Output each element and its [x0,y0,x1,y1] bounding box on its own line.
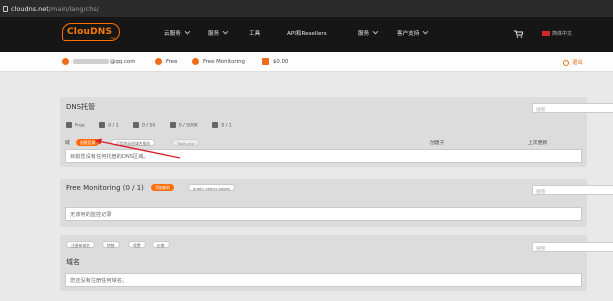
nav-item-services-2[interactable]: 服务 [358,28,379,37]
account-monitoring[interactable]: Free Monitoring [192,58,245,65]
add-monitor-button[interactable]: 添加新的 [151,184,175,191]
chevron-down-icon [372,28,379,35]
dns-title: DNS托管 [66,103,96,111]
nav-item-support[interactable]: 客户支持 [397,28,429,37]
account-bar: @qq.com Free Free Monitoring $0.00 退出 [0,52,613,72]
column-created: 创建于 [430,141,445,146]
nav-item-cloud[interactable]: 云服务 [164,28,191,37]
cart-icon[interactable] [514,30,523,38]
zone-icon [99,122,106,128]
dns-hosting-card: DNS托管 搜索 Free 0 / 1 0 / 50 0 / 500K 0 / … [60,97,613,167]
nav-item-tools[interactable]: 工具 [249,29,260,37]
plan-icon [66,122,72,128]
stat-plan: Free [66,122,85,129]
tools-button[interactable]: Tools.pro [172,139,199,146]
domains-card: 注册新域名 转移 续费 价格 搜索 域名 您还没有注册任何域名。 [60,235,613,291]
nav-item-api-resellers[interactable]: API和Resellers [287,29,327,37]
stat-queries: 0 / 500K [169,122,198,129]
stat-mail-forward: 0 / 1 [212,122,232,129]
account-email[interactable]: @qq.com [62,58,135,65]
domains-empty-message: 您还没有注册任何域名。 [65,273,582,287]
cloudns-logo[interactable]: ClouDNS net [62,23,120,47]
account-plan[interactable]: Free [155,58,177,65]
stat-records: 0 / 50 [133,122,155,129]
domain-prices-button[interactable]: 价格 [152,241,170,248]
wallet-icon [262,58,269,65]
monitoring-card: Free Monitoring (0 / 1) 添加新的 public stat… [60,179,613,227]
chevron-down-icon [222,28,229,35]
monitoring-search-input[interactable]: 搜索 [532,185,613,195]
column-domain: 域 [65,141,70,146]
domains-search-input[interactable]: 搜索 [532,242,613,252]
renew-domain-button[interactable]: 续费 [128,241,146,248]
transfer-domain-button[interactable]: 转移 [102,241,120,248]
lock-icon [3,5,8,12]
queries-icon [169,122,176,128]
status-pages-button[interactable]: public status pages [188,184,235,191]
dns-empty-message: 目前您没有任何托管的DNS区域。 [65,149,582,163]
nav-item-services[interactable]: 服务 [208,28,229,37]
logout-button[interactable]: 退出 [563,58,583,66]
stat-zones: 0 / 1 [99,122,119,129]
mail-forward-icon [212,122,219,128]
plan-icon [155,58,162,65]
monitor-icon [192,58,199,65]
chevron-down-icon [422,28,429,35]
domains-title: 域名 [66,258,80,266]
redacted-email [73,59,109,64]
dns-stats: Free 0 / 1 0 / 50 0 / 500K 0 / 1 [66,122,245,129]
records-icon [133,122,140,128]
top-nav: ClouDNS net 云服务 服务 工具 API和Resellers 服务 客… [0,17,613,52]
monitoring-title: Free Monitoring (0 / 1) [66,184,144,192]
gear-icon [62,58,69,65]
language-select[interactable]: 简体中文 [542,30,572,37]
chevron-down-icon [184,28,191,35]
power-icon [563,59,569,66]
url-text[interactable]: cloudns.net/main/lang/chs/ [11,5,99,13]
account-balance[interactable]: $0.00 [262,58,288,65]
flag-icon [542,31,550,36]
column-last-update: 上次更新 [528,141,548,146]
dns-search-input[interactable]: 搜索 [532,103,613,113]
add-zone-button[interactable]: 创建区域 [76,139,100,146]
register-domain-button[interactable]: 注册新域名 [66,241,95,248]
monitoring-empty-message: 无该何的监控记录 [65,207,582,221]
dyndns-button[interactable]: 可用的动态域名服务 [111,139,156,146]
address-bar[interactable]: cloudns.net/main/lang/chs/ [0,0,613,17]
